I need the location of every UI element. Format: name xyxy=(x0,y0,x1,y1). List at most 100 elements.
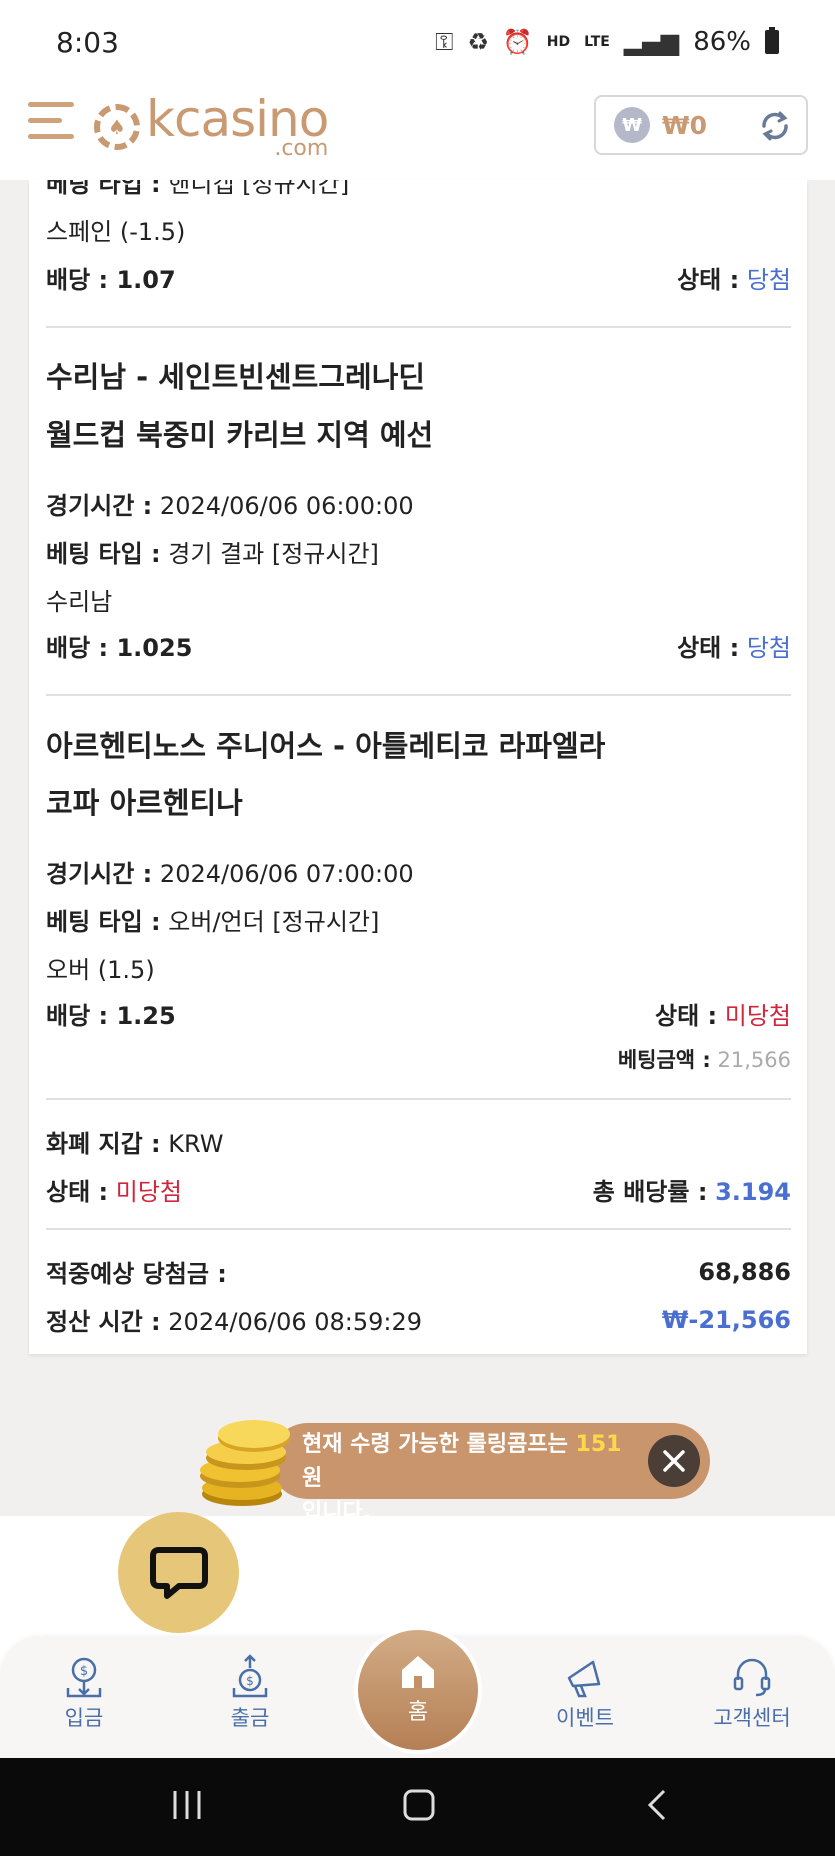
bet-1-type-row: 베팅 타입 : 핸디캡 [정규시간] xyxy=(46,180,791,199)
total-odds-label: 총 배당률 : xyxy=(592,1178,708,1206)
nav-home-label: 홈 xyxy=(407,1700,429,1725)
nav-deposit-label: 입금 xyxy=(64,1706,104,1730)
deposit-icon: $ xyxy=(66,1657,102,1698)
nav-event-label: 이벤트 xyxy=(556,1706,614,1730)
odds-value: 1.07 xyxy=(116,266,176,294)
nav-withdraw[interactable]: $ 출금 xyxy=(190,1654,310,1732)
bet-2-time-row: 경기시간 : 2024/06/06 06:00:00 xyxy=(46,486,791,521)
home-system-icon[interactable] xyxy=(402,1788,436,1822)
lte-indicator: LTE xyxy=(584,34,610,50)
close-notice-button[interactable] xyxy=(648,1435,700,1487)
status-icons: ⚿ ♻ ⏰ HD LTE ▂▄▆ 86% xyxy=(435,27,779,57)
svg-text:$: $ xyxy=(80,1664,88,1679)
casino-chip-icon: ♠ xyxy=(94,104,140,150)
status-label: 상태 : xyxy=(677,634,740,662)
status-value: 당첨 xyxy=(746,634,791,662)
rolling-comp-notice[interactable]: 현재 수령 가능한 롤링콤프는 151 원 입니다. xyxy=(270,1423,710,1525)
expected-win-amount: 68,886 xyxy=(698,1257,791,1286)
time-label: 경기시간 : xyxy=(46,492,153,520)
bet-3-odds-row: 배당 : 1.25 상태 : 미당첨 xyxy=(46,996,791,1031)
odds-value: 1.25 xyxy=(116,1002,176,1030)
battery-saver-icon: ♻ xyxy=(467,28,489,56)
bet-type-value: 경기 결과 [정규시간] xyxy=(168,540,379,568)
status-time: 8:03 xyxy=(56,25,119,59)
status-value: 당첨 xyxy=(746,266,791,294)
hd-indicator: HD xyxy=(546,34,571,50)
nav-support-label: 고객센터 xyxy=(713,1706,791,1730)
bet-type-value: 핸디캡 [정규시간] xyxy=(168,180,350,198)
status-label: 상태 : xyxy=(46,1178,109,1206)
bet-1-odds-row: 배당 : 1.07 상태 : 당첨 xyxy=(46,260,791,295)
bet-2-match-title: 수리남 - 세인트빈센트그레나딘 xyxy=(46,360,426,394)
summary-status: 미당첨 xyxy=(115,1178,183,1206)
recent-apps-icon[interactable] xyxy=(170,1788,204,1822)
expected-win-label: 적중예상 당첨금 : xyxy=(46,1260,227,1288)
notice-text-after: 원 xyxy=(302,1466,323,1491)
bet-2-pick-row: 수리남 xyxy=(46,582,791,617)
back-icon[interactable] xyxy=(640,1788,674,1822)
bet-3-amount-row: 베팅금액 : 21,566 xyxy=(46,1044,791,1074)
gold-coins-icon xyxy=(200,1420,290,1506)
bet-1-pick-row: 스페인 (-1.5) xyxy=(46,212,791,247)
status-bar: 8:03 ⚿ ♻ ⏰ HD LTE ▂▄▆ 86% xyxy=(0,0,835,84)
match-time: 2024/06/06 06:00:00 xyxy=(159,492,414,520)
divider xyxy=(46,1228,791,1230)
bet-3-league: 코파 아르헨티나 xyxy=(46,786,243,820)
status-label: 상태 : xyxy=(654,1002,718,1030)
bet-pick: 스페인 (-1.5) xyxy=(46,218,186,246)
key-icon: ⚿ xyxy=(435,28,454,56)
battery-icon xyxy=(765,27,779,54)
svg-text:$: $ xyxy=(246,1674,254,1688)
signal-icon: ▂▄▆ xyxy=(623,28,680,56)
nav-event[interactable]: 이벤트 xyxy=(525,1654,645,1732)
battery-percent: 86% xyxy=(693,27,751,57)
bet-3-match-title: 아르헨티노스 주니어스 - 아틀레티코 라파엘라 xyxy=(46,729,606,763)
nav-withdraw-label: 출금 xyxy=(230,1706,270,1730)
odds-label: 배당 : xyxy=(46,634,109,662)
wallet-balance[interactable]: ₩ ₩0 xyxy=(594,95,808,155)
notice-amount: 151 xyxy=(575,1432,622,1457)
withdraw-icon: $ xyxy=(232,1654,268,1698)
match-time: 2024/06/06 07:00:00 xyxy=(159,860,414,888)
app-header: ♠ kcasino .com ₩ ₩0 xyxy=(0,84,835,180)
odds-value: 1.025 xyxy=(116,634,193,662)
settle-label: 정산 시간 : xyxy=(46,1308,161,1336)
expected-win-row: 적중예상 당첨금 : 68,886 xyxy=(46,1254,791,1289)
nav-support[interactable]: 고객센터 xyxy=(692,1654,812,1732)
bet-3-type-row: 베팅 타입 : 오버/언더 [정규시간] xyxy=(46,902,791,937)
bet-amount-label: 베팅금액 : xyxy=(617,1048,711,1072)
bet-type-label: 베팅 타입 : xyxy=(46,540,161,568)
nav-deposit[interactable]: $ 입금 xyxy=(24,1654,144,1732)
refresh-icon[interactable] xyxy=(758,109,792,143)
settle-row: 정산 시간 : 2024/06/06 08:59:29 ₩-21,566 xyxy=(46,1302,791,1337)
nav-home-button[interactable]: 홈 xyxy=(354,1626,482,1754)
bet-slip-card: 베팅 타입 : 핸디캡 [정규시간] 스페인 (-1.5) 배당 : 1.07 … xyxy=(29,180,807,1354)
settle-time: 2024/06/06 08:59:29 xyxy=(168,1308,423,1336)
bet-2-type-row: 베팅 타입 : 경기 결과 [정규시간] xyxy=(46,534,791,569)
settle-amount: ₩-21,566 xyxy=(661,1305,791,1334)
live-chat-button[interactable] xyxy=(118,1512,239,1633)
summary-status-row: 상태 : 미당첨 총 배당률 : 3.194 xyxy=(46,1172,791,1207)
bet-type-value: 오버/언더 [정규시간] xyxy=(168,908,380,936)
bet-type-label: 베팅 타입 : xyxy=(46,180,161,198)
hamburger-menu-icon[interactable] xyxy=(28,102,74,148)
won-icon: ₩ xyxy=(614,107,650,143)
total-odds: 3.194 xyxy=(715,1178,791,1206)
odds-label: 배당 : xyxy=(46,1002,109,1030)
currency-label: 화폐 지갑 : xyxy=(46,1130,161,1158)
megaphone-icon xyxy=(567,1660,601,1698)
headset-icon xyxy=(733,1658,771,1697)
system-navigation-bar xyxy=(0,1758,835,1856)
bet-2-odds-row: 배당 : 1.025 상태 : 당첨 xyxy=(46,628,791,663)
notice-line2: 입니다. xyxy=(302,1500,372,1525)
currency-value: KRW xyxy=(168,1130,224,1158)
bet-3-pick-row: 오버 (1.5) xyxy=(46,950,791,985)
notice-text-before: 현재 수령 가능한 롤링콤프는 xyxy=(302,1432,576,1457)
bet-3-time-row: 경기시간 : 2024/06/06 07:00:00 xyxy=(46,854,791,889)
bet-pick: 수리남 xyxy=(46,588,113,616)
alarm-icon: ⏰ xyxy=(502,28,533,56)
status-label: 상태 : xyxy=(677,266,740,294)
divider xyxy=(46,694,791,696)
bet-amount: 21,566 xyxy=(717,1048,791,1072)
kcasino-logo[interactable]: ♠ kcasino .com xyxy=(94,94,329,160)
